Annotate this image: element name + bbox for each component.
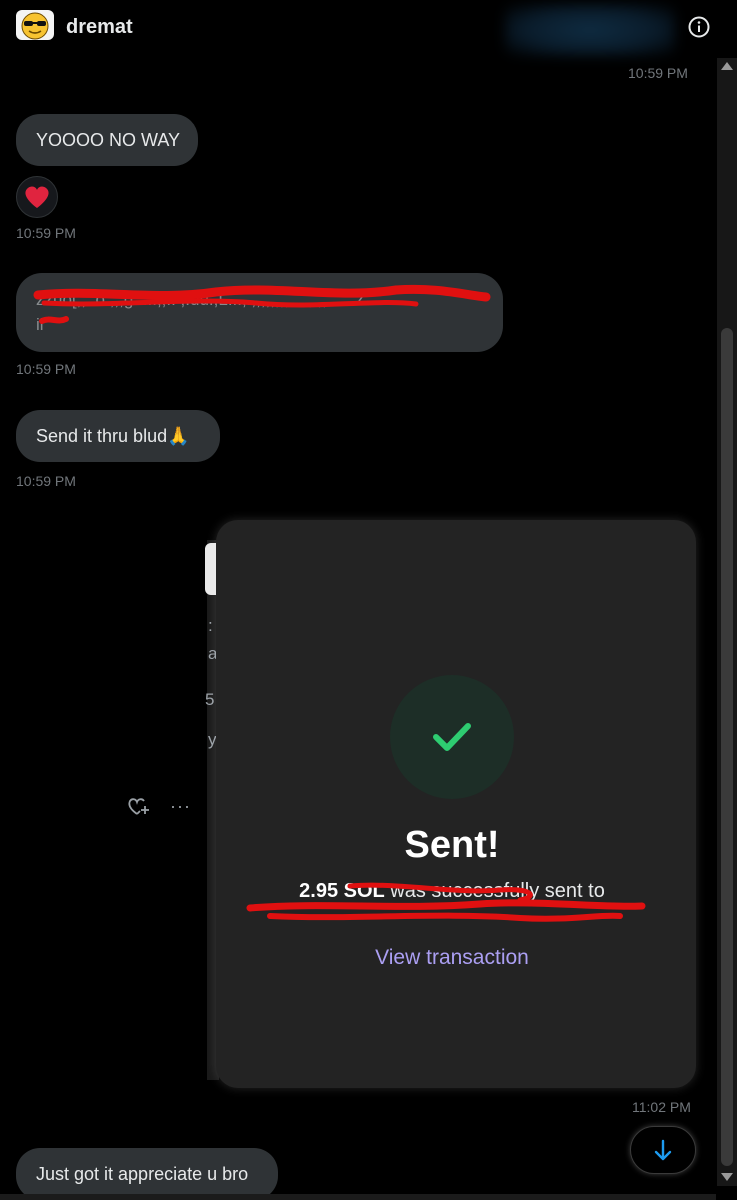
red-heart-icon	[25, 186, 49, 208]
message-timestamp: 10:59 PM	[16, 225, 76, 241]
cropped-text: 5	[205, 690, 215, 709]
redaction-scribble	[246, 882, 646, 922]
message-timestamp: 10:59 PM	[16, 361, 76, 377]
scroll-down-arrow-icon[interactable]	[721, 1173, 733, 1181]
redaction-scribble: zzuo[,,..o.,,,g.....,,.. ,.uu.,L...,.,,,…	[33, 284, 491, 334]
sent-title: Sent!	[404, 824, 500, 866]
composer-edge	[0, 1194, 716, 1200]
message-timestamp: 10:59 PM	[16, 473, 76, 489]
info-icon[interactable]	[688, 16, 710, 38]
scrollbar-thumb[interactable]	[721, 328, 733, 1166]
checkmark-icon	[433, 723, 471, 751]
arrow-down-icon	[654, 1139, 672, 1161]
message-timestamp: 10:59 PM	[628, 65, 688, 81]
avatar[interactable]	[16, 10, 54, 40]
cropped-text: :	[208, 616, 213, 635]
success-badge	[390, 675, 514, 799]
view-transaction-link[interactable]: View transaction	[216, 946, 688, 970]
blurred-region	[505, 4, 675, 56]
reaction-badge[interactable]	[16, 176, 58, 218]
more-options-icon[interactable]: ···	[170, 796, 191, 817]
transaction-card[interactable]	[216, 520, 696, 1088]
message-timestamp: 11:02 PM	[632, 1099, 691, 1115]
message-bubble[interactable]: Just got it appreciate u bro	[16, 1148, 278, 1200]
redacted-message-bubble[interactable]: zzuo[,,..o.,,,g.....,,.. ,.uu.,L...,.,,,…	[16, 273, 503, 352]
add-reaction-icon[interactable]	[126, 795, 150, 817]
conversation-username[interactable]: dremat	[66, 16, 133, 39]
message-bubble[interactable]: Send it thru blud🙏	[16, 410, 220, 462]
scroll-up-arrow-icon[interactable]	[721, 62, 733, 70]
sunglasses-emoji-icon	[21, 12, 49, 40]
message-bubble[interactable]: YOOOO NO WAY	[16, 114, 198, 166]
scroll-to-bottom-button[interactable]	[630, 1126, 696, 1174]
